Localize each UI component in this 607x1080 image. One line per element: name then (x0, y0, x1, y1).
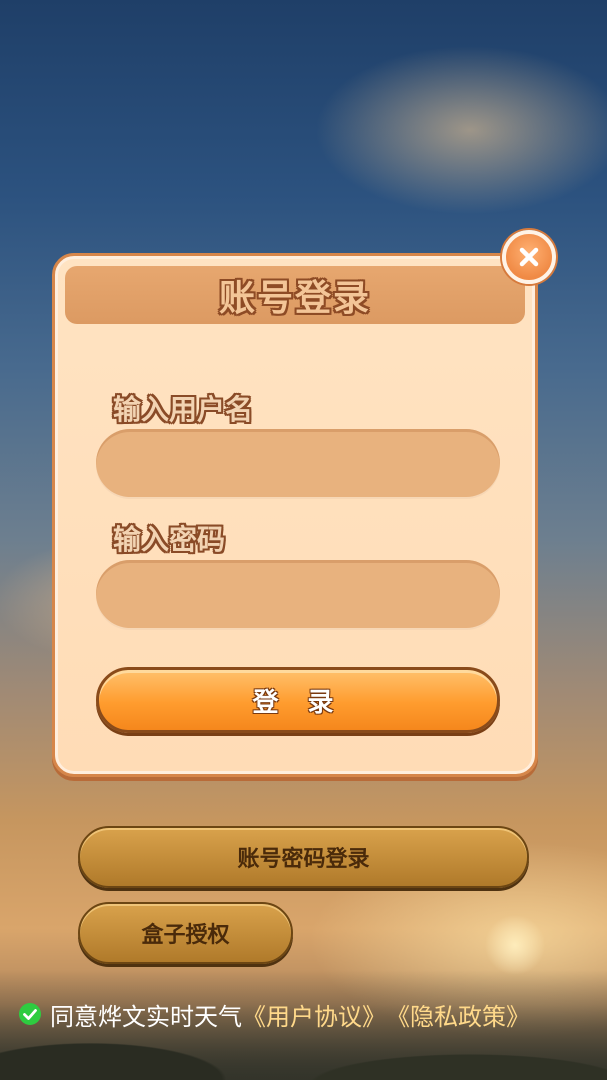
password-label: 输入密码 (113, 523, 226, 556)
username-label: 输入用户名 (113, 393, 254, 426)
close-button[interactable] (502, 230, 556, 284)
login-button-label: 登 录 (252, 687, 344, 718)
login-dialog: 账号登录 输入用户名 输入密码 登 录 (52, 253, 538, 777)
close-icon (517, 245, 541, 269)
box-authorize-button[interactable]: 盒子授权 (78, 902, 293, 964)
box-authorize-label: 盒子授权 (141, 923, 230, 948)
dialog-header: 账号登录 (65, 266, 525, 324)
account-password-login-label: 账号密码登录 (237, 847, 370, 872)
user-agreement-link[interactable]: 《用户协议》 (242, 997, 386, 1032)
check-circle-icon[interactable] (18, 1002, 42, 1026)
dialog-title: 账号登录 (218, 278, 371, 319)
account-password-login-button[interactable]: 账号密码登录 (78, 826, 529, 888)
privacy-policy-link[interactable]: 《隐私政策》 (386, 997, 530, 1032)
agreement-row: 同意烨文实时天气 《用户协议》 《隐私政策》 (18, 996, 530, 1032)
login-button[interactable]: 登 录 (96, 667, 500, 733)
password-input[interactable] (96, 560, 500, 628)
login-screen: 账号登录 输入用户名 输入密码 登 录 账号密码登录 盒子授权 同意烨文实时天气 (0, 0, 607, 1080)
agreement-text: 同意烨文实时天气 (50, 1002, 242, 1031)
username-input[interactable] (96, 429, 500, 497)
